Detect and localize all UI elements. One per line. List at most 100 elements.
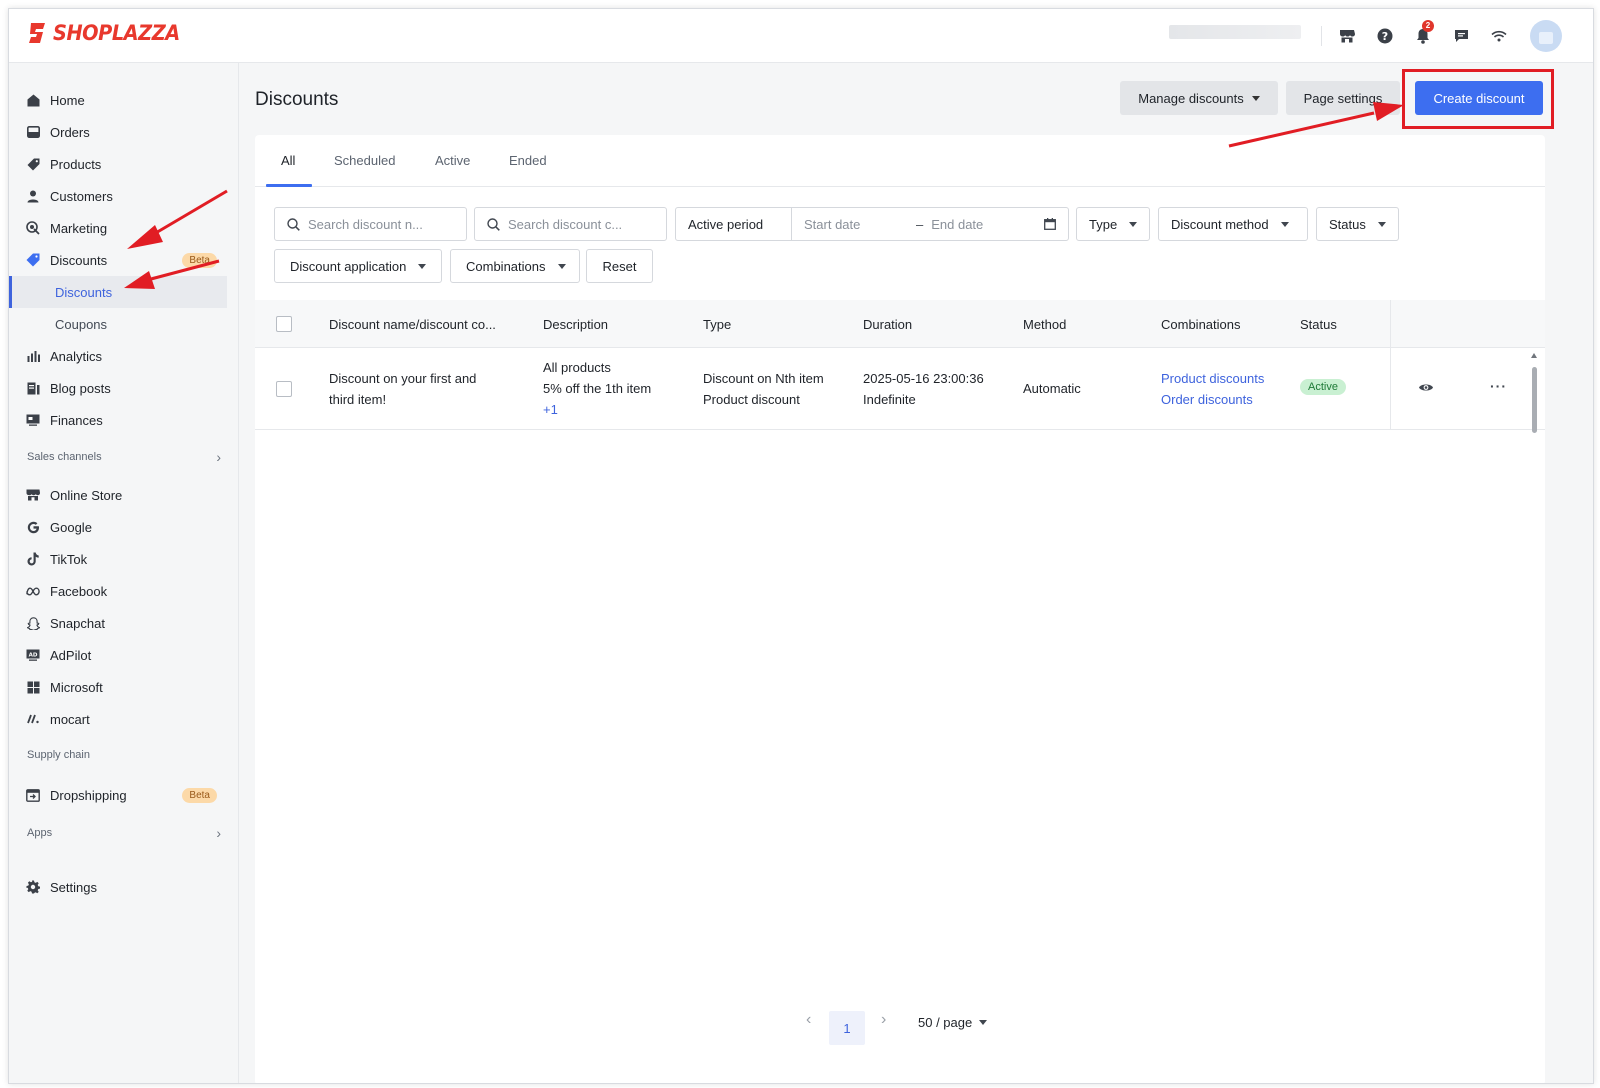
- sidebar-item-label: AdPilot: [50, 647, 92, 663]
- page-settings-button[interactable]: Page settings: [1286, 81, 1400, 115]
- person-icon: [26, 189, 40, 203]
- orders-icon: [26, 125, 40, 139]
- sidebar-item-marketing[interactable]: Marketing: [9, 212, 229, 244]
- section-sales-channels[interactable]: Sales channels ›: [27, 449, 221, 465]
- combinations-filter[interactable]: Combinations: [450, 249, 580, 283]
- notification-badge: 2: [1422, 20, 1434, 32]
- sidebar-subitem-discounts[interactable]: Discounts: [9, 276, 227, 308]
- divider: [1321, 26, 1322, 46]
- section-label: Sales channels: [27, 451, 102, 463]
- table-row[interactable]: Discount on your first and third item! A…: [255, 348, 1545, 430]
- sidebar-item-products[interactable]: Products: [9, 148, 229, 180]
- sidebar-item-facebook[interactable]: Facebook: [9, 575, 229, 607]
- combination-link-product[interactable]: Product discounts: [1161, 368, 1264, 389]
- help-icon[interactable]: ?: [1366, 19, 1404, 53]
- caret-down-icon: [1280, 221, 1289, 227]
- end-date-input[interactable]: End date: [931, 217, 983, 232]
- sidebar-item-dropshipping[interactable]: Dropshipping Beta: [9, 779, 229, 811]
- column-header-name[interactable]: Discount name/discount co...: [329, 317, 496, 332]
- sidebar-item-label: Snapchat: [50, 615, 105, 631]
- eye-icon[interactable]: [1418, 382, 1434, 393]
- prev-page-icon[interactable]: ‹: [806, 1011, 811, 1029]
- duration-cell: 2025-05-16 23:00:36 Indefinite: [863, 368, 984, 410]
- sidebar-item-label: Customers: [50, 188, 113, 204]
- description-cell: All products 5% off the 1th item +1: [543, 357, 651, 420]
- store-name-placeholder[interactable]: [1169, 25, 1301, 39]
- tab-active[interactable]: Active: [435, 153, 470, 168]
- column-header-method: Method: [1023, 317, 1067, 332]
- status-filter[interactable]: Status: [1316, 207, 1399, 241]
- next-page-icon[interactable]: ›: [881, 1011, 886, 1029]
- sidebar-item-google[interactable]: Google: [9, 511, 229, 543]
- combinations-cell: Product discounts Order discounts: [1161, 368, 1264, 410]
- search-code-input[interactable]: Search discount c...: [474, 207, 667, 241]
- actions-column-divider: [1390, 300, 1391, 430]
- sidebar-item-adpilot[interactable]: AD AdPilot: [9, 639, 229, 671]
- chat-icon[interactable]: [1442, 19, 1480, 53]
- sidebar-item-snapchat[interactable]: Snapchat: [9, 607, 229, 639]
- sidebar-item-mocart[interactable]: mocart: [9, 703, 229, 735]
- sidebar-item-label: Settings: [50, 879, 97, 895]
- microsoft-icon: [26, 680, 40, 694]
- bell-icon[interactable]: 2: [1404, 19, 1442, 53]
- discount-method-filter[interactable]: Discount method: [1158, 207, 1308, 241]
- discount-name-cell[interactable]: Discount on your first and third item!: [329, 368, 476, 410]
- active-tab-indicator: [266, 184, 312, 187]
- tab-all[interactable]: All: [281, 153, 295, 168]
- sidebar-item-customers[interactable]: Customers: [9, 180, 229, 212]
- sidebar-item-online-store[interactable]: Online Store: [9, 479, 229, 511]
- sidebar-item-finances[interactable]: Finances: [9, 404, 229, 436]
- type-line: Discount on Nth item: [703, 371, 824, 386]
- start-date-input[interactable]: Start date: [804, 217, 916, 232]
- sidebar-subitem-label: Coupons: [55, 316, 108, 332]
- column-header-status: Status: [1300, 317, 1337, 332]
- scroll-up-arrow-icon[interactable]: [1531, 353, 1537, 358]
- manage-discounts-button[interactable]: Manage discounts: [1120, 81, 1278, 115]
- sidebar-item-discounts[interactable]: Discounts Beta: [9, 244, 229, 276]
- tab-scheduled[interactable]: Scheduled: [334, 153, 395, 168]
- description-more-link[interactable]: +1: [543, 399, 651, 420]
- reset-button[interactable]: Reset: [586, 249, 653, 283]
- search-name-input[interactable]: Search discount n...: [274, 207, 467, 241]
- sidebar-subitem-coupons[interactable]: Coupons: [9, 308, 227, 340]
- home-icon: [26, 93, 40, 107]
- search-name-placeholder: Search discount n...: [308, 216, 423, 232]
- page-button-current[interactable]: 1: [829, 1011, 865, 1045]
- avatar[interactable]: [1530, 20, 1562, 52]
- brand-logo[interactable]: SHOPLAZZA: [27, 21, 191, 45]
- button-label: Page settings: [1303, 90, 1383, 106]
- vertical-scrollbar-thumb[interactable]: [1532, 367, 1537, 433]
- more-actions-icon[interactable]: ···: [1490, 378, 1507, 394]
- wifi-icon[interactable]: [1480, 19, 1518, 53]
- discounts-card: All Scheduled Active Ended Search discou…: [255, 135, 1545, 1083]
- calendar-icon[interactable]: [1044, 218, 1056, 230]
- svg-text:?: ?: [1382, 30, 1388, 43]
- storefront-icon[interactable]: [1328, 19, 1366, 53]
- combination-link-order[interactable]: Order discounts: [1161, 389, 1264, 410]
- sidebar-item-settings[interactable]: Settings: [9, 871, 229, 903]
- section-supply-chain: Supply chain: [27, 749, 221, 761]
- discount-method-label: Discount method: [1171, 216, 1269, 232]
- page-size-select[interactable]: 50 / page: [918, 1015, 988, 1030]
- row-checkbox[interactable]: [276, 381, 292, 397]
- discount-application-filter[interactable]: Discount application: [274, 249, 442, 283]
- sidebar-item-label: Discounts: [50, 252, 108, 268]
- discount-name-line: Discount on your first and: [329, 371, 477, 386]
- finance-icon: [26, 413, 40, 427]
- discount-application-label: Discount application: [290, 258, 407, 274]
- sidebar-item-home[interactable]: Home: [9, 84, 229, 116]
- tab-ended[interactable]: Ended: [509, 153, 547, 168]
- type-filter[interactable]: Type: [1076, 207, 1150, 241]
- sidebar: Home Orders Products Customers Marketing…: [9, 63, 239, 1083]
- top-icons: ? 2: [1321, 19, 1562, 53]
- section-apps[interactable]: Apps ›: [27, 825, 221, 841]
- select-all-checkbox[interactable]: [276, 316, 292, 332]
- beta-badge: Beta: [182, 787, 217, 803]
- sidebar-item-orders[interactable]: Orders: [9, 116, 229, 148]
- app-window: SHOPLAZZA ? 2 Home Orders Products Custo…: [8, 8, 1594, 1084]
- sidebar-item-analytics[interactable]: Analytics: [9, 340, 229, 372]
- sidebar-item-blog-posts[interactable]: Blog posts: [9, 372, 229, 404]
- sidebar-item-tiktok[interactable]: TikTok: [9, 543, 229, 575]
- caret-down-icon: [1251, 95, 1260, 101]
- sidebar-item-microsoft[interactable]: Microsoft: [9, 671, 229, 703]
